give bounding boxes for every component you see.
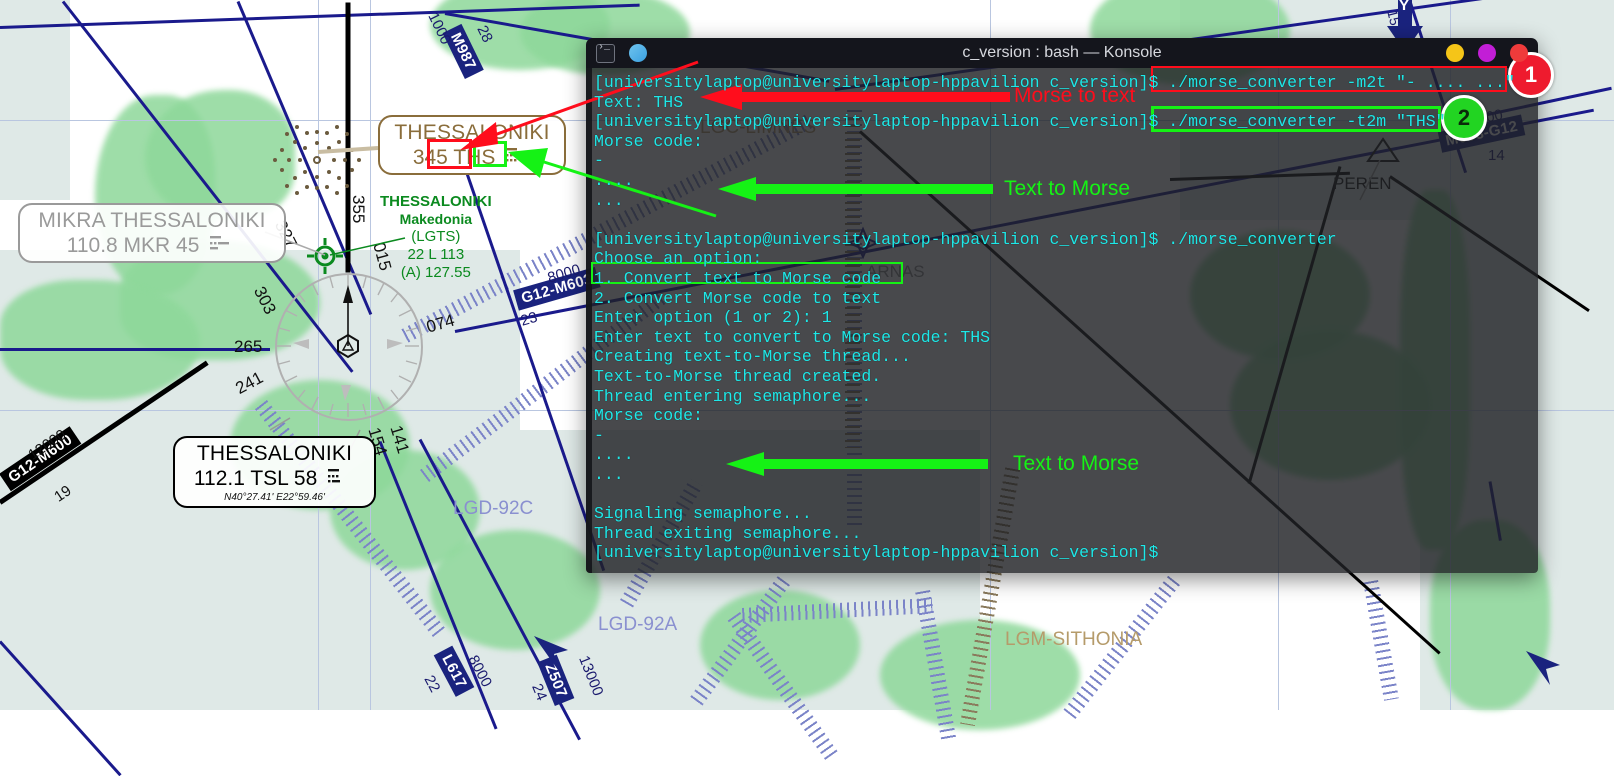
terminal-line: Text: THS [594,92,684,112]
airport-info-lgts: THESSALONIKI Makedonia (LGTS) 22 L 113 (… [380,193,492,282]
terminal-line: Creating text-to-Morse thread... [594,347,911,367]
terminal-line: [universitylaptop@universitylaptop-hppav… [594,112,1446,132]
navbox-thessaloniki-vor[interactable]: THESSALONIKI 112.1 TSL 58 N40°27.41' E22… [173,436,376,509]
terminal-line: ... [594,464,624,484]
terminal-line: [universitylaptop@universitylaptop-hppav… [594,543,1159,563]
sea-area-north [0,0,70,200]
route-arrowhead-z507-icon [534,636,568,670]
terminal-line: 1. Convert text to Morse code [594,268,882,288]
terminal-line: [universitylaptop@universitylaptop-hppav… [594,229,1337,249]
terminal-line: 2. Convert Morse code to text [594,288,882,308]
minimize-button[interactable] [1446,44,1464,62]
konsole-terminal-window[interactable]: c_version : bash — Konsole [universityla… [586,38,1538,573]
terminal-line: .... [594,445,634,465]
airport-reference-point-icon [337,333,359,359]
morse-code-glyph-mkr [209,234,237,258]
terminal-line: ... [594,190,624,210]
navbox-coordinates: N40°27.41' E22°59.46' [224,492,325,504]
ndb-symbol-icon [273,125,361,195]
maximize-button[interactable] [1478,44,1496,62]
zone-label-lgd-92c: LGD-92C [453,498,534,519]
navbox-freq-text: 110.8 MKR 45 [66,234,200,257]
airport-name: THESSALONIKI [380,193,492,210]
zone-label-lgd-92a: LGD-92A [598,614,678,635]
navbox-freq: 110.8 MKR 45 [32,234,272,258]
terminal-line: Morse code: [594,131,703,151]
navbox-name: MIKRA THESSALONIKI [38,209,266,232]
airway-dist-g12-m603: 23 [518,308,540,330]
terminal-line: .... [594,170,634,190]
terminal-line: Enter option (1 or 2): 1 [594,308,832,328]
map-num-15: 15 [1384,8,1404,28]
terminal-line: Text-to-Morse thread created. [594,366,882,386]
bearing-265: 265 [234,337,263,356]
terminal-line: - [594,425,604,445]
window-controls[interactable] [1446,44,1528,62]
terminal-line: Choose an option: [594,249,763,269]
terminal-line: - [594,151,604,171]
terminal-title-bar[interactable]: c_version : bash — Konsole [586,38,1538,68]
terminal-icon [596,42,615,63]
route-arrowhead-east-icon [1526,651,1560,685]
terminal-output-area[interactable]: [universitylaptop@universitylaptop-hppav… [586,68,1538,573]
navbox-freq: 112.1 TSL 58 [187,467,362,491]
coastline-halkidiki-d [0,280,200,400]
airport-atis: (A) 127.55 [400,263,471,281]
window-title: c_version : bash — Konsole [962,44,1162,61]
airport-icao: (LGTS) [411,227,461,245]
navbox-freq-text: 112.1 TSL 58 [193,467,318,490]
terminal-line: Morse code: [594,406,703,426]
airway-line-7 [0,348,270,351]
zone-label-lgm-sithonia: LGM-SITHONIA [1005,629,1143,650]
terminal-line: Signaling semaphore... [594,504,812,524]
navbox-mikra-thessaloniki[interactable]: MIKRA THESSALONIKI 110.8 MKR 45 [18,203,286,264]
terminal-line: Thread entering semaphore... [594,386,872,406]
morse-code-glyph-tsl [327,467,355,491]
airport-runway: 22 L 113 [407,245,465,263]
terminal-line: Enter text to convert to Morse code: THS [594,327,991,347]
terminal-line: Thread exiting semaphore... [594,523,862,543]
terminal-line: [universitylaptop@universitylaptop-hppav… [594,73,1515,92]
vor-dme-symbol-icon [307,238,343,274]
close-button[interactable] [1510,44,1528,62]
navbox-name: THESSALONIKI [196,442,353,465]
airport-region: Makedonia [399,211,473,227]
